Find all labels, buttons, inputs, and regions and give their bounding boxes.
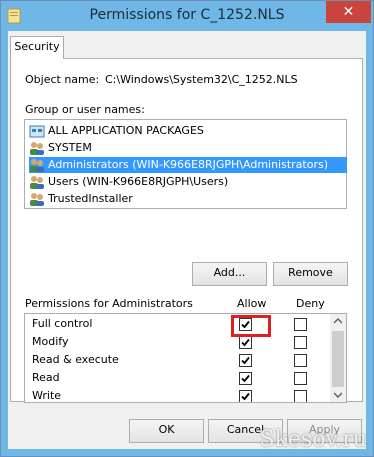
permission-row-read-execute: Read & execute bbox=[32, 351, 119, 369]
list-item-trustedinstaller[interactable]: TrustedInstaller bbox=[29, 191, 133, 207]
deny-checkbox-read[interactable] bbox=[294, 372, 307, 385]
permission-name: Full control bbox=[32, 317, 93, 330]
permission-row-modify: Modify bbox=[32, 333, 68, 351]
deny-checkbox-full-control[interactable] bbox=[294, 318, 307, 331]
permission-row-read: Read bbox=[32, 369, 60, 387]
group-names-label: Group or user names: bbox=[25, 103, 145, 116]
permissions-label: Permissions for Administrators bbox=[25, 297, 193, 310]
scroll-up-icon[interactable] bbox=[334, 318, 342, 324]
deny-checkbox-write[interactable] bbox=[294, 390, 307, 402]
deny-header: Deny bbox=[296, 297, 325, 310]
add-button[interactable]: Add... bbox=[192, 262, 267, 286]
remove-button[interactable]: Remove bbox=[273, 262, 348, 286]
user-group-icon bbox=[30, 193, 44, 206]
close-button[interactable]: ✕ bbox=[326, 1, 371, 23]
allow-checkbox-modify[interactable] bbox=[239, 336, 252, 349]
list-item-label: TrustedInstaller bbox=[48, 192, 133, 205]
permissions-dialog: Permissions for C_1252.NLS ✕ Security Ob… bbox=[0, 0, 374, 457]
allow-header: Allow bbox=[237, 297, 267, 310]
permissions-scrollbar[interactable] bbox=[330, 314, 346, 402]
permission-name: Read bbox=[32, 371, 60, 384]
permissions-list[interactable]: Full control Modify Read & execute Read … bbox=[24, 313, 347, 403]
packages-icon bbox=[29, 125, 45, 138]
permission-name: Write bbox=[32, 389, 62, 402]
title-bar[interactable]: Permissions for C_1252.NLS ✕ bbox=[1, 1, 373, 31]
security-panel: Object name: C:\Windows\System32\C_1252.… bbox=[10, 58, 363, 403]
list-item-label: Administrators (WIN-K966E8RJGPH\Administ… bbox=[48, 157, 335, 173]
scroll-thumb[interactable] bbox=[332, 331, 344, 387]
window-title: Permissions for C_1252.NLS bbox=[89, 7, 285, 23]
permission-name: Read & execute bbox=[32, 353, 119, 366]
list-item-users[interactable]: Users (WIN-K966E8RJGPH\Users) bbox=[29, 174, 228, 190]
ok-button[interactable]: OK bbox=[129, 419, 204, 443]
allow-checkbox-write[interactable] bbox=[239, 390, 252, 402]
dialog-client: Security Object name: C:\Windows\System3… bbox=[8, 31, 366, 449]
object-name-label: Object name: bbox=[25, 73, 100, 86]
list-item-all-application-packages[interactable]: ALL APPLICATION PACKAGES bbox=[29, 123, 204, 139]
allow-checkbox-read[interactable] bbox=[239, 372, 252, 385]
scroll-down-icon[interactable] bbox=[334, 392, 342, 398]
group-user-list[interactable]: ALL APPLICATION PACKAGES SYSTEM Administ… bbox=[24, 119, 347, 209]
deny-checkbox-read-execute[interactable] bbox=[294, 354, 307, 367]
permission-name: Modify bbox=[32, 335, 69, 348]
permission-row-write: Write bbox=[32, 387, 62, 402]
permission-row-full-control: Full control bbox=[32, 315, 92, 333]
list-item-system[interactable]: SYSTEM bbox=[29, 140, 92, 156]
list-item-label: ALL APPLICATION PACKAGES bbox=[48, 124, 204, 137]
user-group-icon bbox=[30, 159, 44, 172]
user-group-icon bbox=[30, 176, 44, 189]
allow-checkbox-read-execute[interactable] bbox=[239, 354, 252, 367]
full-control-allow-highlight bbox=[231, 315, 271, 337]
list-item-label: SYSTEM bbox=[48, 141, 92, 154]
object-name-value: C:\Windows\System32\C_1252.NLS bbox=[105, 73, 298, 86]
deny-checkbox-modify[interactable] bbox=[294, 336, 307, 349]
user-group-icon bbox=[30, 142, 44, 155]
list-item-administrators[interactable]: Administrators (WIN-K966E8RJGPH\Administ… bbox=[29, 157, 335, 173]
tab-security[interactable]: Security bbox=[10, 36, 64, 59]
list-item-label: Users (WIN-K966E8RJGPH\Users) bbox=[48, 175, 229, 188]
watermark-text: Skesov.ru bbox=[259, 427, 367, 452]
